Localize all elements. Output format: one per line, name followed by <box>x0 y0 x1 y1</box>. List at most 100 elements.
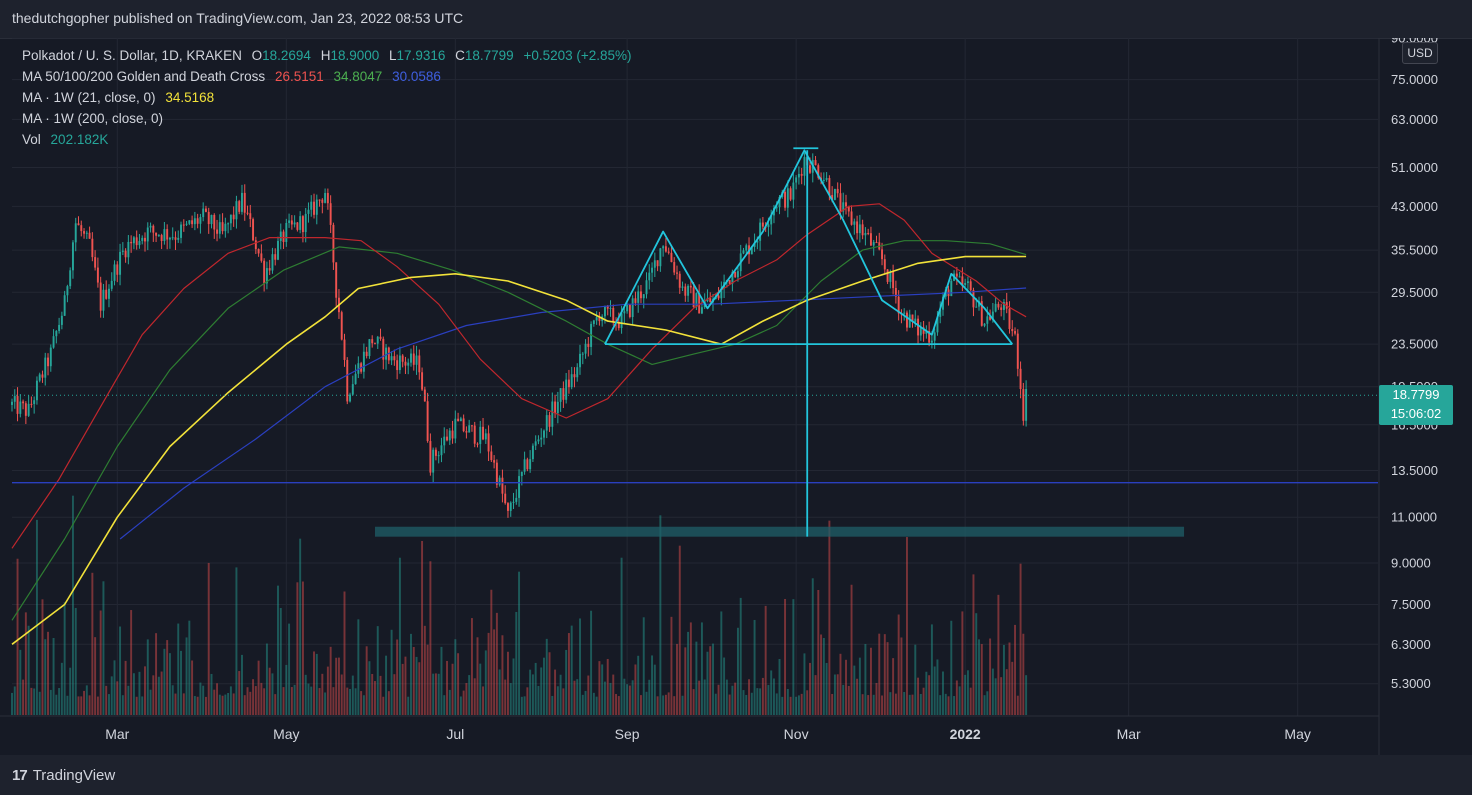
volume-bar <box>22 679 25 715</box>
high-label: H <box>320 48 331 63</box>
candle-body <box>288 220 291 223</box>
volume-bar <box>218 694 221 715</box>
volume-bar <box>321 673 324 715</box>
legend-ma200w-row[interactable]: MA · 1W (200, close, 0) <box>22 108 632 129</box>
target-zone <box>374 526 1185 537</box>
candle-body <box>55 330 58 337</box>
volume-bar <box>1008 642 1011 715</box>
candle-body <box>71 242 74 271</box>
volume-bar <box>911 694 914 715</box>
candle-body <box>191 220 194 225</box>
candle-body <box>462 418 465 432</box>
candle-body <box>443 436 446 446</box>
candle-body <box>983 323 986 326</box>
candle-body <box>892 271 895 288</box>
candle-body <box>759 222 762 241</box>
volume-bar <box>340 674 343 715</box>
candle-body <box>99 282 102 311</box>
volume-bar <box>113 660 116 715</box>
volume-label[interactable]: Vol <box>22 132 41 147</box>
volume-bar <box>543 657 545 715</box>
candle-body <box>628 304 631 318</box>
candle-body <box>63 295 66 316</box>
volume-bar <box>562 688 565 715</box>
volume-bar <box>914 644 917 715</box>
volume-bar <box>351 675 354 715</box>
candle-body <box>102 289 105 311</box>
volume-bar <box>770 670 773 715</box>
chart-area[interactable]: 90.000075.000063.000051.000043.000035.50… <box>0 38 1472 755</box>
candle-body <box>576 367 579 378</box>
volume-bar <box>698 680 701 715</box>
candle-body <box>864 233 867 236</box>
legend-symbol-row[interactable]: Polkadot / U. S. Dollar, 1D, KRAKEN O18.… <box>22 45 632 66</box>
candle-body <box>332 224 335 263</box>
legend-volume-row[interactable]: Vol 202.182K <box>22 129 632 150</box>
candle-body <box>645 280 648 295</box>
candle-body <box>282 231 285 242</box>
candle-body <box>398 355 401 371</box>
volume-bar <box>1019 563 1022 715</box>
volume-bar <box>49 689 52 715</box>
candle-body <box>545 415 548 431</box>
candle-body <box>556 401 559 414</box>
candle-body <box>41 374 44 378</box>
volume-bar <box>811 578 814 715</box>
candle-body <box>678 273 681 288</box>
candle-body <box>38 374 41 381</box>
currency-button[interactable]: USD <box>1402 42 1438 64</box>
ma-cross-label[interactable]: MA 50/100/200 Golden and Death Cross <box>22 69 265 84</box>
volume-bar <box>703 679 706 715</box>
candle-body <box>509 502 512 511</box>
ma200-line <box>119 287 1027 540</box>
volume-bar <box>47 631 49 715</box>
volume-bar <box>556 686 559 715</box>
candle-body <box>235 201 238 220</box>
volume-bar <box>476 637 479 715</box>
candle-body <box>1011 328 1014 332</box>
volume-bar <box>141 696 144 715</box>
volume-bar <box>44 639 47 715</box>
volume-bar <box>30 687 33 715</box>
candle-body <box>96 267 99 283</box>
volume-bar <box>509 683 512 715</box>
ma21w-label[interactable]: MA · 1W (21, close, 0) <box>22 90 156 105</box>
candle-body <box>396 360 399 371</box>
candle-body <box>612 307 615 322</box>
volume-bar <box>670 616 673 715</box>
volume-bar <box>515 611 518 715</box>
volume-bar <box>842 684 845 715</box>
legend-ma21w-row[interactable]: MA · 1W (21, close, 0) 34.5168 <box>22 87 632 108</box>
candle-body <box>440 445 443 456</box>
candle-body <box>642 294 645 299</box>
legend-ma-cross-row[interactable]: MA 50/100/200 Golden and Death Cross 26.… <box>22 66 632 87</box>
volume-bar <box>362 695 365 715</box>
volume-bar <box>723 657 726 715</box>
candle-body <box>919 327 922 336</box>
candle-body <box>903 312 906 314</box>
candle-body <box>1019 368 1022 390</box>
candle-body <box>875 242 878 244</box>
volume-bar <box>628 685 631 715</box>
last-price-tag: 18.7799 15:06:02 <box>1379 385 1453 425</box>
candle-body <box>268 268 271 271</box>
tradingview-logo[interactable]: 17 TradingView <box>12 767 115 784</box>
volume-bar <box>678 545 681 715</box>
volume-bar <box>263 688 266 715</box>
volume-bar <box>850 584 853 715</box>
candle-body <box>986 316 989 324</box>
candle-body <box>454 418 457 439</box>
candle-body <box>166 229 169 240</box>
candle-body <box>734 271 737 278</box>
volume-bar <box>642 617 645 715</box>
volume-bar <box>601 664 604 715</box>
volume-bar <box>892 658 895 715</box>
volume-bar <box>745 694 748 715</box>
ma200w-label[interactable]: MA · 1W (200, close, 0) <box>22 111 163 126</box>
symbol-title[interactable]: Polkadot / U. S. Dollar, 1D, KRAKEN <box>22 48 242 63</box>
volume-bar <box>398 557 401 715</box>
candle-body <box>52 336 55 348</box>
volume-bar <box>872 694 875 715</box>
volume-bar <box>565 649 568 715</box>
candle-body <box>163 229 166 241</box>
